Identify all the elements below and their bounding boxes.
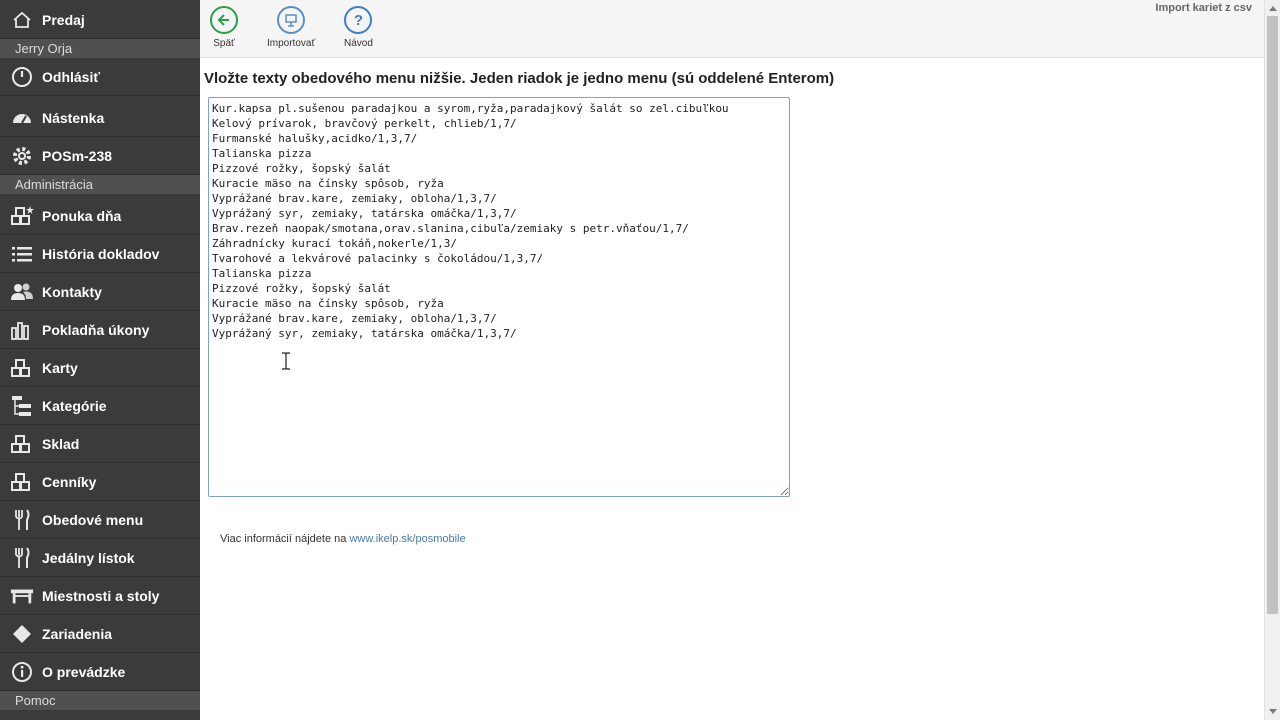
sidebar-item-2[interactable]: Kontakty xyxy=(0,274,200,311)
sidebar-item-label: Jedálny lístok xyxy=(42,550,135,566)
sidebar-item-label: Zariadenia xyxy=(42,626,113,642)
section-pomoc: Pomoc xyxy=(0,691,200,710)
boxes-icon xyxy=(10,356,34,380)
sidebar-item-label: Sklad xyxy=(42,436,80,452)
vertical-scrollbar[interactable] xyxy=(1264,0,1280,720)
toolbar: Späť Importovať ? Návod Import kariet z … xyxy=(200,0,1264,58)
info-icon xyxy=(10,660,34,684)
back-button[interactable]: Späť xyxy=(210,6,238,49)
list-icon xyxy=(10,242,34,266)
users-icon xyxy=(10,280,34,304)
diamond-icon xyxy=(10,622,34,646)
sidebar-item-10[interactable]: Miestnosti a stoly xyxy=(0,578,200,615)
sidebar-item-5[interactable]: Kategórie xyxy=(0,388,200,425)
question-icon: ? xyxy=(344,6,373,34)
boxes-star-icon xyxy=(10,204,34,228)
nav-device-label: POSm-238 xyxy=(42,148,113,164)
sidebar-item-3[interactable]: Pokladňa úkony xyxy=(0,312,200,349)
import-icon xyxy=(277,6,306,34)
sidebar-item-label: Miestnosti a stoly xyxy=(42,588,160,604)
sidebar-item-label: História dokladov xyxy=(42,246,160,262)
scroll-up-icon[interactable] xyxy=(1265,0,1280,16)
scroll-down-icon[interactable] xyxy=(1265,704,1280,720)
gear-icon xyxy=(10,144,34,168)
import-button[interactable]: Importovať xyxy=(267,6,315,49)
cutlery-icon xyxy=(10,508,34,532)
sidebar-item-label: Ponuka dňa xyxy=(42,208,122,224)
boxes-icon xyxy=(10,432,34,456)
sidebar-item-label: Karty xyxy=(42,360,78,376)
guide-label: Návod xyxy=(344,38,373,49)
cutlery-icon xyxy=(10,546,34,570)
boxes-icon xyxy=(10,470,34,494)
user-name: Jerry Orja xyxy=(0,39,200,58)
section-administracia: Administrácia xyxy=(0,175,200,194)
text-cursor-icon xyxy=(280,352,292,370)
nav-dashboard[interactable]: Nástenka xyxy=(0,100,200,137)
sidebar-item-8[interactable]: Obedové menu xyxy=(0,502,200,539)
sidebar-item-7[interactable]: Cenníky xyxy=(0,464,200,501)
footer-text: Viac informácií nájdete na xyxy=(220,533,350,545)
sidebar-item-0[interactable]: Ponuka dňa xyxy=(0,198,200,235)
logout-button[interactable]: Odhlásiť xyxy=(0,59,200,96)
back-label: Späť xyxy=(213,38,235,49)
sidebar-item-6[interactable]: Sklad xyxy=(0,426,200,463)
sidebar-item-label: Cenníky xyxy=(42,474,97,490)
import-csv-link[interactable]: Import kariet z csv xyxy=(1155,2,1252,14)
sidebar-item-11[interactable]: Zariadenia xyxy=(0,616,200,653)
nav-help-partial[interactable] xyxy=(0,711,200,720)
power-icon xyxy=(10,65,34,89)
sidebar-item-label: Kontakty xyxy=(42,284,102,300)
page-heading: Vložte texty obedového menu nižšie. Jede… xyxy=(204,70,835,87)
back-arrow-icon xyxy=(210,6,238,34)
logout-label: Odhlásiť xyxy=(42,69,101,85)
nav-device[interactable]: POSm-238 xyxy=(0,138,200,175)
scroll-thumb[interactable] xyxy=(1267,16,1278,614)
nav-dashboard-label: Nástenka xyxy=(42,110,105,126)
sidebar: Predaj Jerry Orja Odhlásiť Nástenka POSm… xyxy=(0,0,200,720)
sidebar-item-12[interactable]: O prevádzke xyxy=(0,654,200,691)
sidebar-item-1[interactable]: História dokladov xyxy=(0,236,200,273)
guide-button[interactable]: ? Návod xyxy=(344,6,373,49)
nav-predaj-label: Predaj xyxy=(42,12,85,28)
sidebar-item-9[interactable]: Jedálny lístok xyxy=(0,540,200,577)
sidebar-item-label: Pokladňa úkony xyxy=(42,322,150,338)
sidebar-item-label: Obedové menu xyxy=(42,512,144,528)
footer-link[interactable]: www.ikelp.sk/posmobile xyxy=(349,533,465,545)
home-icon xyxy=(10,8,34,32)
sidebar-item-label: Kategórie xyxy=(42,398,107,414)
bar-chart-icon xyxy=(10,318,34,342)
sidebar-item-label: O prevádzke xyxy=(42,664,126,680)
import-label: Importovať xyxy=(267,38,316,49)
gauge-icon xyxy=(10,106,34,130)
menu-textarea[interactable] xyxy=(208,97,790,497)
footer-info: Viac informácií nájdete na www.ikelp.sk/… xyxy=(220,533,466,545)
nav-predaj[interactable]: Predaj xyxy=(0,2,200,39)
table-icon xyxy=(10,584,34,608)
sidebar-item-4[interactable]: Karty xyxy=(0,350,200,387)
tree-icon xyxy=(10,394,34,418)
